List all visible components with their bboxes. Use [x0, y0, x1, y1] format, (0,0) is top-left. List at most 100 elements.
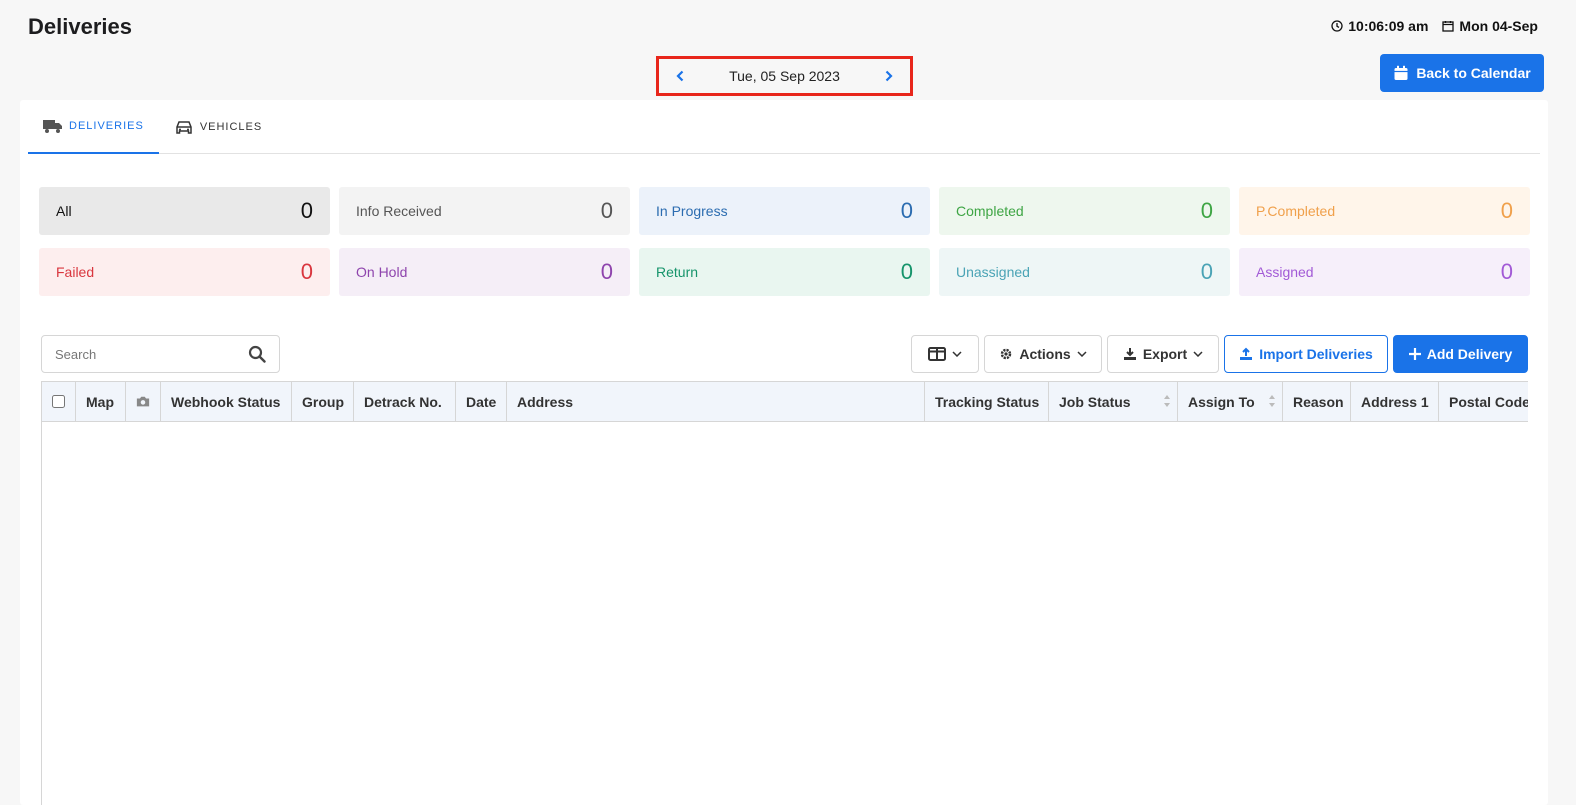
status-card[interactable]: Assigned 0 [1239, 248, 1530, 296]
status-count: 0 [600, 259, 613, 284]
column-header[interactable]: Assign To [1178, 382, 1283, 421]
current-date-label[interactable]: Tue, 05 Sep 2023 [729, 68, 840, 84]
status-count: 0 [1500, 259, 1513, 284]
search-icon[interactable] [248, 345, 266, 363]
calendar-icon [1394, 65, 1408, 80]
prev-day-button[interactable] [673, 69, 687, 83]
sort-arrows-icon [1269, 395, 1275, 407]
import-deliveries-label: Import Deliveries [1259, 346, 1373, 362]
tab-bar: DELIVERIES VEHICLES [28, 100, 1540, 154]
search-box [41, 335, 280, 373]
column-header[interactable]: Address 1 [1351, 382, 1439, 421]
select-all-column [42, 382, 76, 421]
column-label: Webhook Status [171, 393, 281, 410]
status-filter-grid: All 0 Info Received 0 In Progress 0 Complet… [39, 187, 1531, 296]
upload-icon [1240, 347, 1253, 360]
import-deliveries-button[interactable]: Import Deliveries [1224, 335, 1388, 373]
column-header[interactable]: Date [456, 382, 507, 421]
status-label: Failed [56, 264, 95, 280]
status-card[interactable]: Completed 0 [939, 187, 1230, 235]
status-label: Info Received [356, 203, 442, 219]
chevron-left-icon [676, 70, 684, 82]
column-header[interactable]: Address [507, 382, 925, 421]
status-label: Completed [956, 203, 1024, 219]
status-label: Unassigned [956, 264, 1030, 280]
status-label: Return [656, 264, 699, 280]
column-header[interactable]: Job Status [1049, 382, 1178, 421]
status-card[interactable]: P.Completed 0 [1239, 187, 1530, 235]
status-card[interactable]: In Progress 0 [639, 187, 930, 235]
table-header: Map Webhook Status Group Detrack No. Dat… [42, 381, 1528, 422]
column-label: Job Status [1059, 393, 1131, 410]
status-count: 0 [900, 198, 913, 223]
status-card[interactable]: On Hold 0 [339, 248, 630, 296]
tab-vehicles-label: VEHICLES [199, 121, 263, 133]
clock-icon [1331, 20, 1343, 32]
deliveries-card: DELIVERIES VEHICLES All 0 Info Received 0 … [20, 100, 1548, 805]
select-all-checkbox[interactable] [52, 395, 65, 408]
gear-icon [1001, 348, 1012, 360]
chevron-down-icon [1077, 351, 1087, 357]
deliveries-table: Map Webhook Status Group Detrack No. Dat… [41, 381, 1528, 805]
column-header[interactable]: Postal Code [1439, 382, 1528, 421]
columns-icon [928, 347, 946, 361]
column-toggle-button[interactable] [911, 335, 979, 373]
column-header-photo[interactable] [126, 382, 161, 421]
column-header[interactable]: Webhook Status [161, 382, 292, 421]
export-button[interactable]: Export [1107, 335, 1219, 373]
chevron-right-icon [885, 70, 893, 82]
status-label: In Progress [656, 203, 728, 219]
status-label: P.Completed [1256, 203, 1336, 219]
add-delivery-button[interactable]: Add Delivery [1393, 335, 1528, 373]
tab-deliveries[interactable]: DELIVERIES [28, 100, 159, 154]
header-clock: 10:06:09 am Mon 04-Sep [1331, 18, 1538, 34]
sort-icon[interactable] [1268, 394, 1276, 411]
column-header[interactable]: Detrack No. [354, 382, 456, 421]
time-display: 10:06:09 am [1331, 18, 1428, 34]
column-header[interactable]: Group [292, 382, 354, 421]
column-label: Assign To [1188, 393, 1255, 410]
sort-arrows-icon [1164, 395, 1170, 407]
column-header[interactable]: Map [76, 382, 126, 421]
status-label: On Hold [356, 264, 408, 280]
actions-button[interactable]: Actions [984, 335, 1102, 373]
back-to-calendar-label: Back to Calendar [1416, 65, 1531, 81]
status-count: 0 [1500, 198, 1513, 223]
chevron-down-icon [952, 351, 962, 357]
column-header[interactable]: Reason [1283, 382, 1351, 421]
status-card[interactable]: Info Received 0 [339, 187, 630, 235]
status-label: Assigned [1256, 264, 1314, 280]
search-input[interactable] [55, 346, 235, 362]
chevron-down-icon [1193, 351, 1203, 357]
status-count: 0 [1200, 198, 1213, 223]
table-toolbar: Actions Export Import Deliveries Add Del… [911, 335, 1528, 373]
status-label: All [56, 203, 72, 219]
tab-deliveries-label: DELIVERIES [69, 120, 144, 132]
status-card[interactable]: Failed 0 [39, 248, 330, 296]
truck-icon [43, 120, 62, 133]
column-label: Tracking Status [935, 393, 1040, 410]
column-label: Reason [1293, 393, 1344, 410]
status-card[interactable]: Return 0 [639, 248, 930, 296]
sort-icon[interactable] [1163, 394, 1171, 411]
export-label: Export [1142, 346, 1188, 362]
car-icon [176, 121, 192, 134]
status-count: 0 [600, 198, 613, 223]
calendar-icon [1442, 21, 1455, 32]
column-label: Address [517, 393, 574, 410]
status-count: 0 [900, 259, 913, 284]
column-label: Address 1 [1361, 393, 1429, 410]
back-to-calendar-button[interactable]: Back to Calendar [1380, 54, 1544, 92]
status-card[interactable]: All 0 [39, 187, 330, 235]
camera-icon [136, 396, 150, 407]
download-icon [1123, 348, 1136, 360]
column-label: Group [302, 393, 344, 410]
add-delivery-label: Add Delivery [1426, 346, 1513, 362]
column-label: Detrack No. [364, 393, 442, 410]
column-header[interactable]: Tracking Status [925, 382, 1049, 421]
next-day-button[interactable] [882, 69, 896, 83]
plus-icon [1408, 348, 1421, 360]
tab-vehicles[interactable]: VEHICLES [159, 100, 277, 154]
status-card[interactable]: Unassigned 0 [939, 248, 1230, 296]
page-title: Deliveries [28, 14, 132, 39]
